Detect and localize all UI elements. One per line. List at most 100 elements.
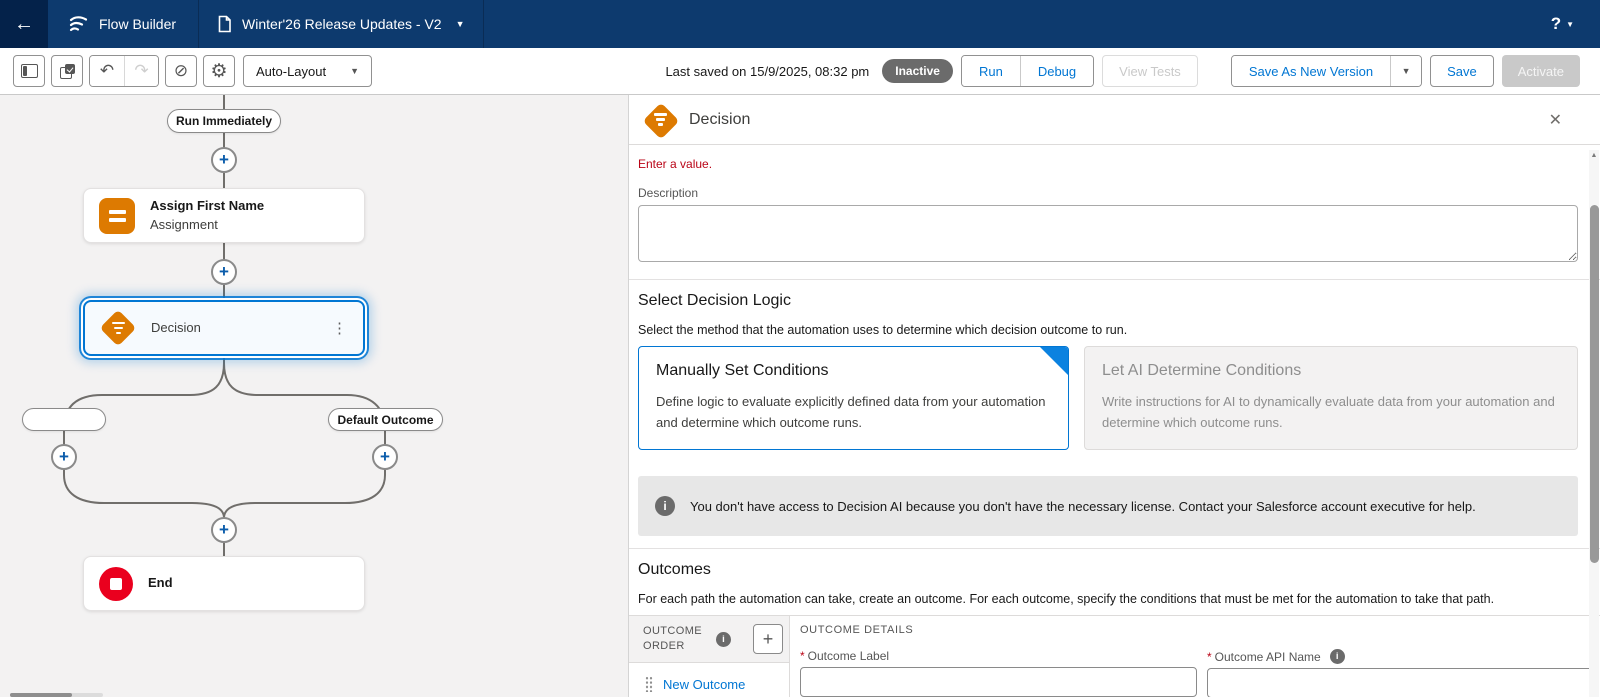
run-debug-group: Run Debug	[960, 55, 1095, 87]
status-badge: Inactive	[882, 59, 953, 83]
toolbar-actions: Last saved on 15/9/2025, 08:32 pm Inacti…	[665, 55, 1580, 87]
new-outcome-link[interactable]: New Outcome	[663, 677, 745, 692]
required-marker: *	[1207, 649, 1212, 664]
outcome-fields: * Outcome Label * Outcome API Name i	[800, 649, 1598, 697]
debug-button[interactable]: Debug	[1019, 56, 1094, 86]
layout-mode-value: Auto-Layout	[256, 63, 327, 79]
flow-tab[interactable]: Winter'26 Release Updates - V2 ▼	[199, 0, 484, 48]
add-element-button[interactable]: +	[51, 444, 77, 470]
flow-canvas[interactable]: Run Immediately + Assign First Name Assi…	[0, 95, 628, 697]
branch-label-default-outcome[interactable]: Default Outcome	[328, 408, 443, 431]
scrollbar-thumb[interactable]	[1589, 205, 1599, 563]
info-icon: i	[655, 496, 675, 516]
close-panel-button[interactable]: ✕	[1549, 110, 1562, 130]
outcomes-subtext: For each path the automation can take, c…	[638, 592, 1495, 606]
save-as-new-version-button[interactable]: Save As New Version	[1231, 56, 1391, 86]
view-tests-button[interactable]: View Tests	[1102, 55, 1198, 87]
branch-label-left[interactable]	[22, 408, 106, 431]
decision-logic-subtext: Select the method that the automation us…	[638, 323, 1128, 337]
add-element-button[interactable]: +	[372, 444, 398, 470]
app-name: Flow Builder	[99, 16, 177, 32]
scrollbar-thumb[interactable]	[10, 693, 72, 697]
logic-card-manual-selected[interactable]: Manually Set Conditions Define logic to …	[638, 346, 1069, 450]
copy-elements-button[interactable]	[51, 55, 83, 87]
copy-icon	[59, 63, 75, 79]
section-divider	[629, 548, 1600, 549]
disable-elements-button[interactable]: ⊘	[165, 55, 197, 87]
node-title: End	[148, 575, 173, 591]
description-textarea[interactable]	[638, 205, 1578, 262]
redo-button[interactable]: ↷	[124, 56, 158, 86]
add-element-button[interactable]: +	[211, 517, 237, 543]
outcomes-heading: Outcomes	[638, 561, 711, 578]
flow-menu-caret-icon[interactable]: ▼	[456, 19, 465, 29]
back-arrow-icon: ←	[14, 12, 34, 35]
canvas-horizontal-scrollbar[interactable]	[10, 693, 103, 697]
panel-title: Decision	[689, 110, 751, 128]
outcome-label-input[interactable]	[800, 667, 1197, 697]
outcome-label-text: Outcome Label	[807, 649, 890, 663]
required-marker: *	[800, 649, 805, 663]
outcome-order-label: OUTCOME ORDER	[643, 625, 703, 652]
scroll-up-arrow-icon[interactable]: ▲	[1589, 152, 1599, 159]
decision-logic-heading: Select Decision Logic	[638, 292, 791, 309]
panel-header: Decision ✕	[629, 95, 1600, 145]
plus-icon: +	[59, 447, 69, 466]
help-icon: ?	[1550, 14, 1562, 33]
activate-button[interactable]: Activate	[1501, 55, 1580, 87]
panel-body: Enter a value. Description Select Decisi…	[629, 145, 1600, 697]
add-element-button[interactable]: +	[211, 259, 237, 285]
panel-vertical-scrollbar[interactable]: ▲	[1589, 150, 1599, 697]
plus-icon: +	[219, 150, 229, 169]
logic-card-body: Write instructions for AI to dynamically…	[1102, 394, 1555, 430]
run-button[interactable]: Run	[961, 56, 1020, 86]
info-icon: i	[716, 631, 731, 647]
logic-card-body: Define logic to evaluate explicitly defi…	[656, 394, 1046, 430]
node-assign-first-name[interactable]: Assign First Name Assignment	[83, 188, 365, 243]
license-notice-banner: i You don't have access to Decision AI b…	[638, 476, 1578, 536]
logic-card-title: Let AI Determine Conditions	[1102, 362, 1302, 379]
decision-icon	[643, 103, 677, 137]
toggle-toolbox-button[interactable]	[13, 55, 45, 87]
add-element-button[interactable]: +	[211, 147, 237, 173]
drag-handle-icon[interactable]	[645, 676, 653, 692]
validation-error-text: Enter a value.	[638, 157, 713, 171]
assignment-icon	[99, 197, 135, 234]
node-title: Assign First Name	[150, 198, 265, 214]
back-button[interactable]: ←	[0, 0, 48, 48]
node-menu-kebab-icon[interactable]: ⋮	[332, 319, 347, 337]
outcome-api-name-text: Outcome API Name	[1214, 649, 1321, 664]
undo-button[interactable]: ↶	[90, 56, 124, 86]
node-end[interactable]: End	[83, 556, 365, 611]
info-icon: i	[1329, 649, 1345, 664]
plus-icon: +	[380, 447, 390, 466]
save-options-caret-button[interactable]: ▼	[1390, 56, 1422, 86]
start-node-run-immediately[interactable]: Run Immediately	[167, 109, 281, 133]
outcome-api-name-input[interactable]	[1207, 668, 1598, 697]
decision-property-panel: Decision ✕ Enter a value. Description Se…	[628, 95, 1600, 697]
flow-toolbar: ↶ ↷ ⊘ ⚙ Auto-Layout ▼ Last saved on 15/9…	[0, 48, 1600, 95]
outcome-label-field: * Outcome Label	[800, 649, 1197, 697]
help-menu[interactable]: ? ▼	[1551, 0, 1600, 48]
outcome-list-item[interactable]: New Outcome	[629, 663, 789, 692]
save-as-new-version-group: Save As New Version ▼	[1230, 55, 1423, 87]
save-button[interactable]: Save	[1430, 55, 1494, 87]
flow-title: Winter'26 Release Updates - V2	[242, 16, 442, 32]
last-saved-text: Last saved on 15/9/2025, 08:32 pm	[665, 63, 870, 79]
outcome-details-header: OUTCOME DETAILS	[800, 624, 914, 636]
flow-builder-app: ← Flow Builder Winter'26 Release Updates…	[0, 0, 1600, 697]
node-decision-selected[interactable]: Decision ⋮	[83, 300, 365, 356]
layout-caret-icon: ▼	[350, 66, 360, 76]
decision-icon	[100, 310, 136, 346]
flow-settings-button[interactable]: ⚙	[203, 55, 235, 87]
help-caret-icon: ▼	[1566, 19, 1574, 29]
logic-option-cards: Manually Set Conditions Define logic to …	[638, 346, 1578, 450]
section-divider	[629, 279, 1600, 280]
node-subtitle: Assignment	[150, 217, 218, 233]
outcome-api-name-field: * Outcome API Name i	[1207, 649, 1598, 697]
layout-mode-select[interactable]: Auto-Layout ▼	[243, 55, 373, 87]
add-outcome-button[interactable]: +	[753, 624, 783, 654]
description-label: Description	[638, 186, 699, 200]
undo-redo-group: ↶ ↷	[89, 55, 159, 87]
outcome-order-column: OUTCOME ORDER i + New Outcome	[629, 616, 790, 697]
